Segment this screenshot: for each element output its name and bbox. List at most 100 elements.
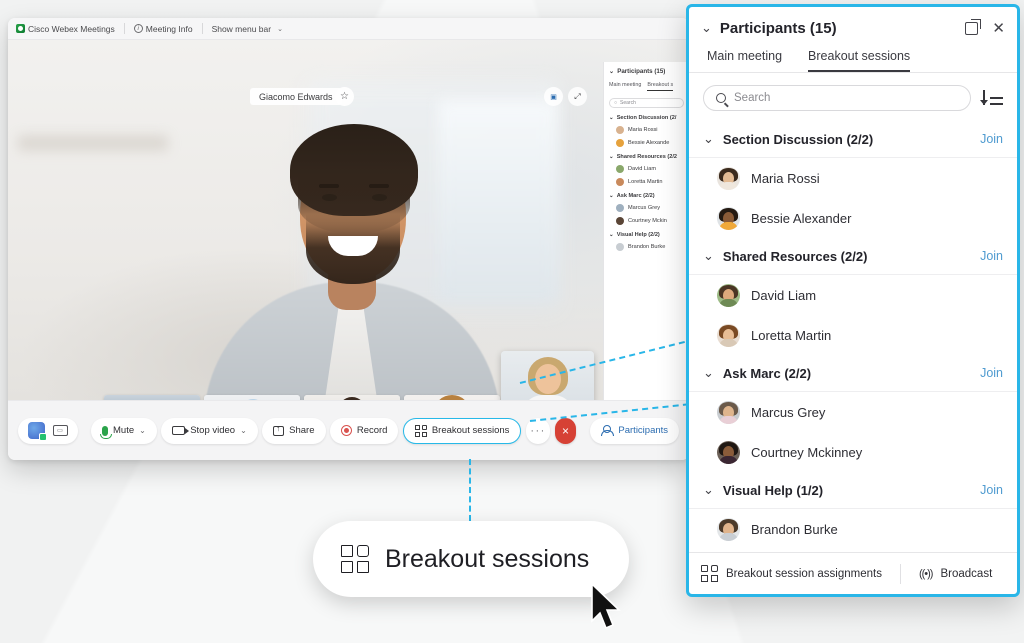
panel-header-actions: ✕ — [965, 18, 1005, 36]
chevron-down-icon: ⌄ — [609, 193, 614, 199]
breakout-session-assignments-button[interactable]: Breakout session assignments — [701, 565, 882, 582]
avatar — [717, 166, 740, 190]
list-item[interactable]: David Liam — [689, 275, 1017, 315]
join-button[interactable]: Join — [980, 249, 1003, 263]
show-menu-bar-button[interactable]: Show menu bar ⌄ — [212, 24, 292, 34]
meeting-toolbar: ▭ Mute ⌄ Stop video ⌄ Share Record Break… — [8, 400, 689, 460]
list-item[interactable]: Bessie Alexander — [689, 198, 1017, 238]
background-participants-panel: ⌄ Participants (15) Main meeting Breakou… — [603, 62, 689, 422]
mute-label: Mute — [113, 425, 135, 436]
broadcast-icon: ((•)) — [918, 567, 933, 580]
group-header-shared-resources[interactable]: ⌄ Shared Resources (2/2) Join — [689, 238, 1017, 275]
background-shelf — [18, 135, 168, 151]
list-item[interactable]: Maria Rossi — [689, 158, 1017, 198]
app-name-item[interactable]: Cisco Webex Meetings — [16, 24, 124, 34]
group-name: Shared Resources (2/2) — [722, 248, 868, 264]
group-header-ask-marc[interactable]: ⌄ Ask Marc (2/2) Join — [689, 355, 1017, 392]
pop-out-icon[interactable] — [965, 18, 982, 35]
background-group-header: ⌄ Visual Help (2/2) — [609, 232, 684, 238]
chevron-down-icon[interactable]: ⌄ — [703, 482, 714, 498]
share-label: Share — [289, 425, 315, 436]
participant-name: Marcus Grey — [751, 404, 826, 420]
background-list-item: Loretta Martin — [609, 178, 684, 186]
pin-star-icon[interactable]: ☆ — [335, 87, 354, 106]
meeting-info-button[interactable]: i Meeting Info — [133, 24, 202, 34]
background-person-name: David Liam — [628, 166, 656, 172]
chevron-down-icon[interactable]: ⌄ — [703, 248, 714, 264]
avatar — [616, 139, 624, 147]
avatar — [616, 217, 624, 225]
breakout-sessions-button[interactable]: Breakout sessions — [402, 417, 522, 444]
expand-icon[interactable]: ⤢ — [568, 87, 587, 106]
background-list-item: Bessie Alexande — [609, 139, 684, 147]
background-search-input: ○ Search — [609, 98, 684, 108]
closed-caption-icon[interactable]: ▣ — [544, 87, 563, 106]
avatar — [717, 440, 740, 464]
join-button[interactable]: Join — [980, 366, 1003, 380]
list-item[interactable]: Brandon Burke — [689, 509, 1017, 549]
search-input[interactable]: Search — [703, 85, 971, 111]
background-person-name: Maria Rossi — [628, 127, 658, 133]
background-group-name: Shared Resources (2/2 — [616, 154, 678, 160]
chevron-down-icon[interactable]: ⌄ — [240, 426, 247, 435]
chevron-down-icon: ⌄ — [609, 232, 614, 238]
join-button[interactable]: Join — [980, 483, 1003, 497]
participants-button[interactable]: Participants — [590, 417, 680, 444]
record-button[interactable]: Record — [329, 417, 399, 444]
breakout-groups-list: ⌄ Section Discussion (2/2) Join Maria Ro… — [689, 121, 1017, 552]
toolbar-left-cluster: ▭ — [18, 417, 78, 444]
webex-assistant-icon[interactable] — [24, 420, 48, 442]
share-button[interactable]: Share — [262, 417, 326, 444]
search-icon: ○ — [614, 100, 618, 106]
background-tab-breakout: Breakout s — [647, 82, 674, 91]
participants-label: Participants — [618, 425, 669, 436]
close-icon[interactable]: ✕ — [992, 21, 1005, 36]
microphone-icon — [100, 425, 113, 439]
participant-name: David Liam — [751, 287, 817, 303]
tab-breakout-sessions[interactable]: Breakout sessions — [808, 49, 911, 72]
group-header-section-discussion[interactable]: ⌄ Section Discussion (2/2) Join — [689, 121, 1017, 158]
breakout-grid-icon — [341, 545, 369, 573]
webex-logo-icon — [16, 24, 25, 33]
chevron-down-icon[interactable]: ⌄ — [703, 365, 714, 381]
show-menu-bar-label: Show menu bar — [211, 23, 272, 34]
broadcast-button[interactable]: ((•)) Broadcast — [919, 568, 992, 580]
end-call-button[interactable]: × — [554, 417, 577, 444]
background-person-name: Brandon Burke — [628, 244, 666, 250]
breakout-sessions-callout: Breakout sessions — [313, 521, 629, 597]
group-name: Visual Help (1/2) — [722, 482, 824, 498]
active-speaker-name: Giacomo Edwards — [250, 88, 342, 105]
participants-panel-title: Participants (15) — [719, 19, 837, 37]
callout-label: Breakout sessions — [385, 544, 590, 573]
avatar — [717, 283, 740, 307]
tab-main-meeting[interactable]: Main meeting — [707, 49, 782, 72]
chevron-down-icon[interactable]: ⌄ — [139, 426, 146, 435]
breakout-grid-icon — [414, 424, 427, 437]
background-group-name: Section Discussion (2/ — [616, 115, 677, 121]
background-group-header: ⌄ Shared Resources (2/2 — [609, 154, 684, 160]
speaker-hair — [290, 124, 418, 234]
breakout-sessions-label: Breakout sessions — [431, 425, 510, 436]
background-person-name: Loretta Martin — [628, 179, 663, 185]
mute-button[interactable]: Mute ⌄ — [91, 417, 157, 444]
list-item[interactable]: Courtney Mckinney — [689, 432, 1017, 472]
avatar — [717, 400, 740, 424]
participant-name: Maria Rossi — [751, 170, 820, 186]
join-button[interactable]: Join — [980, 132, 1003, 146]
avatar — [717, 517, 740, 541]
search-placeholder: Search — [734, 92, 771, 104]
chevron-down-icon[interactable]: ⌄ — [701, 20, 712, 36]
group-header-visual-help[interactable]: ⌄ Visual Help (1/2) Join — [689, 472, 1017, 509]
avatar — [717, 206, 740, 230]
stop-video-button[interactable]: Stop video ⌄ — [161, 417, 258, 444]
avatar — [616, 165, 624, 173]
closed-caption-icon[interactable]: ▭ — [48, 420, 72, 442]
avatar — [616, 243, 624, 251]
list-item[interactable]: Loretta Martin — [689, 315, 1017, 355]
list-item[interactable]: Marcus Grey — [689, 392, 1017, 432]
group-name: Section Discussion (2/2) — [722, 131, 874, 147]
chevron-down-icon[interactable]: ⌄ — [703, 131, 714, 147]
search-icon — [716, 93, 726, 103]
sort-order-icon[interactable] — [980, 90, 1003, 106]
background-group-header: ⌄ Ask Marc (2/2) — [609, 193, 684, 199]
